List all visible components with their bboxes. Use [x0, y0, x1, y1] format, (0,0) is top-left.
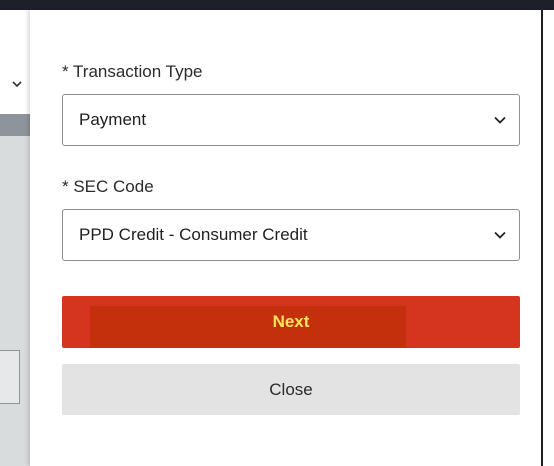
chevron-down-icon[interactable] — [11, 78, 23, 90]
chevron-down-icon — [494, 231, 506, 239]
next-button-label: Next — [272, 312, 310, 331]
close-button-label: Close — [269, 379, 313, 399]
background-table-header — [0, 114, 30, 136]
transaction-type-label: * Transaction Type — [62, 62, 203, 81]
background-overlay-area — [0, 136, 30, 466]
next-button[interactable]: Next — [62, 296, 520, 348]
chevron-down-icon — [494, 116, 506, 124]
background-edge — [541, 10, 543, 466]
transaction-type-select[interactable]: Payment — [62, 94, 520, 146]
close-button[interactable]: Close — [62, 364, 520, 415]
transaction-type-value: Payment — [79, 110, 147, 129]
sec-code-value: PPD Credit - Consumer Credit — [79, 225, 308, 244]
transaction-modal: * Transaction Type Payment * SEC Code PP… — [30, 10, 541, 466]
sec-code-label: * SEC Code — [62, 177, 154, 196]
background-panel — [0, 350, 20, 404]
background-header-bar — [0, 0, 554, 10]
sec-code-select[interactable]: PPD Credit - Consumer Credit — [62, 209, 520, 261]
